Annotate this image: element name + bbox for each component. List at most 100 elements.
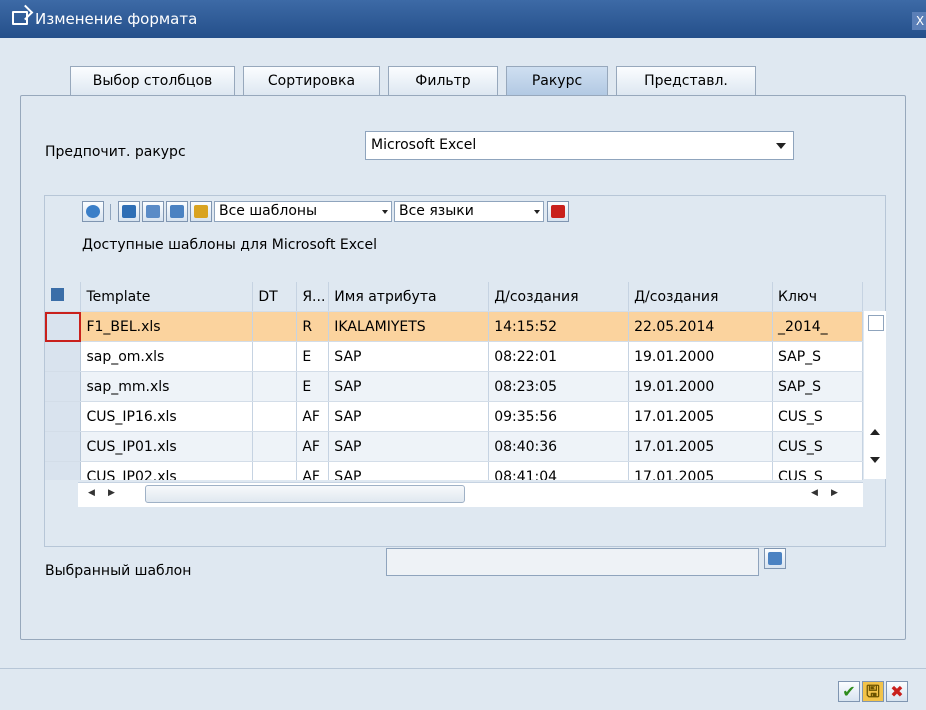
preferred-view-dropdown[interactable]: Microsoft Excel: [365, 131, 794, 160]
window-title: Изменение формата: [35, 10, 198, 28]
cell-template: CUS_IP01.xls: [80, 431, 254, 462]
cell-attribute: SAP: [328, 341, 490, 372]
cell-created-date: 17.01.2005: [628, 461, 774, 480]
languages-filter-dropdown[interactable]: Все языки: [394, 201, 544, 222]
horizontal-scrollbar[interactable]: ◀ ▶ ◀ ▶: [78, 482, 863, 507]
cell-language: AF: [296, 461, 330, 480]
cancel-button[interactable]: ✖: [886, 681, 908, 702]
column-header-created-time[interactable]: Д/создания: [488, 282, 630, 312]
cell-dt: [252, 311, 298, 342]
row-selector[interactable]: [45, 401, 82, 432]
cell-key: SAP_S: [772, 341, 863, 372]
open-template-button[interactable]: [764, 548, 786, 569]
save-button[interactable]: 🖫: [862, 681, 884, 702]
chevron-down-icon: [382, 210, 388, 214]
grid-caption: Доступные шаблоны для Microsoft Excel: [82, 237, 378, 253]
scroll-thumb[interactable]: [145, 485, 465, 503]
column-settings-checkbox[interactable]: [868, 315, 884, 331]
tab-presentation[interactable]: Представл.: [616, 66, 756, 95]
selected-template-input: [386, 548, 759, 576]
table-row[interactable]: CUS_IP01.xls AF SAP 08:40:36 17.01.2005 …: [45, 431, 863, 462]
chevron-down-icon: [776, 143, 786, 149]
cell-created-date: 19.01.2000: [628, 371, 774, 402]
row-selector[interactable]: [45, 341, 82, 372]
details-button[interactable]: [82, 201, 104, 222]
column-header-template[interactable]: Template: [80, 282, 254, 312]
cell-dt: [252, 341, 298, 372]
column-header-key[interactable]: Ключ: [772, 282, 863, 312]
cell-created-date: 17.01.2005: [628, 401, 774, 432]
tab-filter[interactable]: Фильтр: [388, 66, 498, 95]
languages-filter-value: Все языки: [399, 203, 474, 219]
open-template-icon: [768, 552, 782, 565]
import-icon: [146, 205, 160, 218]
column-header-created-date[interactable]: Д/создания: [628, 282, 774, 312]
cell-key: CUS_S: [772, 431, 863, 462]
templates-table: Template DT Я... Имя атрибута Д/создания…: [45, 282, 863, 480]
column-header-attribute[interactable]: Имя атрибута: [328, 282, 490, 312]
preferred-view-label: Предпочит. ракурс: [45, 144, 186, 160]
row-selector[interactable]: [45, 371, 82, 402]
scroll-left-icon[interactable]: ◀: [88, 488, 95, 498]
scroll-right-icon[interactable]: ▶: [108, 488, 115, 498]
table-row[interactable]: CUS_IP16.xls AF SAP 09:35:56 17.01.2005 …: [45, 401, 863, 432]
cell-key: CUS_S: [772, 401, 863, 432]
tab-sort[interactable]: Сортировка: [243, 66, 380, 95]
delete-icon: [551, 205, 565, 218]
cell-key: SAP_S: [772, 371, 863, 402]
export-icon: [170, 205, 184, 218]
cell-attribute: IKALAMIYETS: [328, 311, 490, 342]
table-row[interactable]: CUS_IP02.xls AF SAP 08:41:04 17.01.2005 …: [45, 461, 863, 480]
cell-dt: [252, 371, 298, 402]
cell-created-time: 08:41:04: [488, 461, 630, 480]
templates-grid: Template DT Я... Имя атрибута Д/создания…: [45, 282, 863, 480]
cell-created-time: 08:22:01: [488, 341, 630, 372]
cell-attribute: SAP: [328, 461, 490, 480]
refresh-button[interactable]: [118, 201, 140, 222]
templates-filter-dropdown[interactable]: Все шаблоны: [214, 201, 392, 222]
dialog-body: Выбор столбцов Сортировка Фильтр Ракурс …: [0, 38, 926, 668]
cell-created-time: 08:40:36: [488, 431, 630, 462]
title-bar: Изменение формата X: [0, 0, 926, 38]
column-header-language[interactable]: Я...: [296, 282, 330, 312]
preferred-view-value: Microsoft Excel: [371, 137, 477, 153]
magnifier-icon: [86, 205, 100, 218]
footer-bar: [0, 668, 926, 710]
key-scroll-right-icon[interactable]: ▶: [831, 488, 838, 498]
table-header-row: Template DT Я... Имя атрибута Д/создания…: [45, 282, 863, 312]
table-row[interactable]: F1_BEL.xls R IKALAMIYETS 14:15:52 22.05.…: [45, 311, 863, 342]
table-row[interactable]: sap_om.xls E SAP 08:22:01 19.01.2000 SAP…: [45, 341, 863, 372]
chevron-down-icon: [534, 210, 540, 214]
vertical-scrollbar[interactable]: [864, 311, 886, 479]
cell-key: _2014_: [772, 311, 863, 342]
cell-created-time: 14:15:52: [488, 311, 630, 342]
row-selector[interactable]: [45, 431, 82, 462]
cell-created-time: 09:35:56: [488, 401, 630, 432]
delete-template-button[interactable]: [547, 201, 569, 222]
cell-language: AF: [296, 401, 330, 432]
row-selector[interactable]: [45, 311, 82, 342]
scroll-up-icon[interactable]: [870, 429, 880, 435]
row-selector[interactable]: [45, 461, 82, 480]
cell-template: CUS_IP16.xls: [80, 401, 254, 432]
cell-template: sap_mm.xls: [80, 371, 254, 402]
export-button[interactable]: [166, 201, 188, 222]
ok-button[interactable]: ✔: [838, 681, 860, 702]
tab-columns[interactable]: Выбор столбцов: [70, 66, 235, 95]
close-button[interactable]: X: [912, 12, 926, 30]
tab-view[interactable]: Ракурс: [506, 66, 608, 95]
transfer-icon: [194, 205, 208, 218]
cell-template: CUS_IP02.xls: [80, 461, 254, 480]
import-button[interactable]: [142, 201, 164, 222]
cell-created-date: 22.05.2014: [628, 311, 774, 342]
cell-template: sap_om.xls: [80, 341, 254, 372]
cell-language: AF: [296, 431, 330, 462]
key-scroll-left-icon[interactable]: ◀: [811, 488, 818, 498]
scroll-down-icon[interactable]: [870, 457, 880, 463]
cell-created-time: 08:23:05: [488, 371, 630, 402]
column-header-dt[interactable]: DT: [252, 282, 298, 312]
cell-dt: [252, 401, 298, 432]
table-row[interactable]: sap_mm.xls E SAP 08:23:05 19.01.2000 SAP…: [45, 371, 863, 402]
transfer-button[interactable]: [190, 201, 212, 222]
select-all-icon[interactable]: [45, 282, 82, 312]
